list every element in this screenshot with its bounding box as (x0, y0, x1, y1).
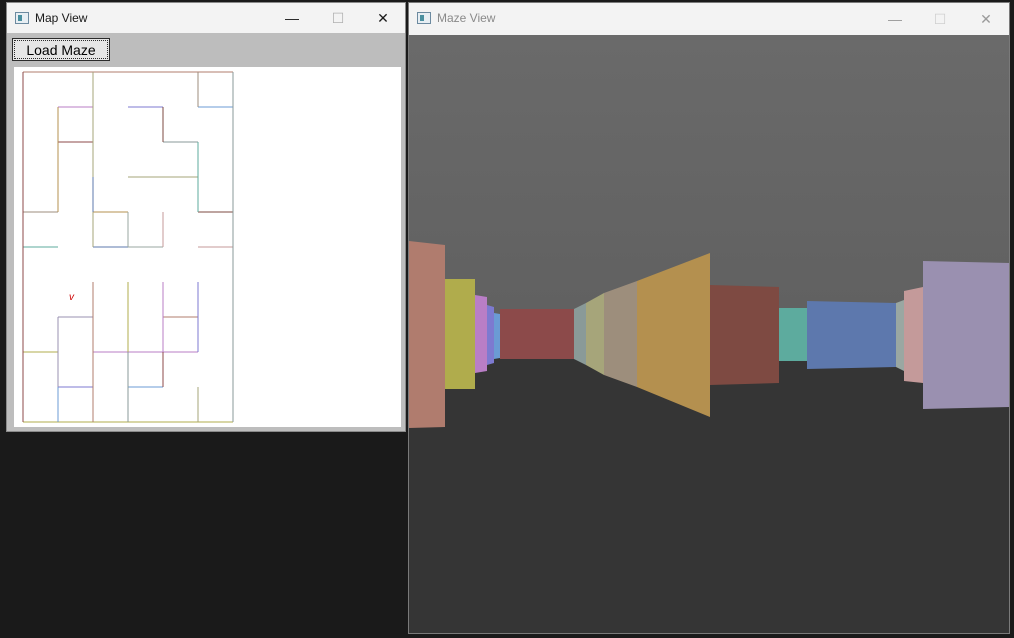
app-icon (15, 12, 29, 24)
wall-slice (409, 241, 445, 428)
maze-3d-render (409, 35, 1009, 633)
maze-view-window: Maze View — ☐ ✕ (408, 2, 1010, 634)
window-title: Map View (35, 11, 88, 25)
app-icon (417, 12, 431, 24)
maximize-icon[interactable]: ☐ (315, 3, 361, 33)
load-maze-button[interactable]: Load Maze (12, 38, 110, 61)
wall-slice (475, 295, 487, 373)
map-view-titlebar[interactable]: Map View — ☐ ✕ (7, 3, 405, 33)
maximize-icon[interactable]: ☐ (917, 3, 963, 35)
maze-map: v (22, 71, 234, 423)
wall-slice (604, 281, 637, 387)
wall-slice (807, 301, 896, 369)
map-toolbar: Load Maze (7, 33, 405, 67)
wall-slice (896, 300, 904, 371)
wall-slice (494, 313, 500, 359)
wall-slice (445, 279, 475, 389)
wall-slice (574, 303, 586, 365)
minimize-icon[interactable]: — (269, 3, 315, 33)
maze-3d-viewport[interactable] (409, 35, 1009, 633)
wall-slice (904, 287, 923, 383)
maze-map-canvas: v (14, 67, 401, 427)
maze-walls (22, 71, 234, 423)
player-marker: v (69, 292, 75, 303)
close-icon[interactable]: ✕ (963, 3, 1009, 35)
wall-slice (779, 308, 807, 361)
maze-view-titlebar[interactable]: Maze View — ☐ ✕ (409, 3, 1009, 35)
wall-slice (487, 305, 494, 365)
wall-slice (923, 261, 1009, 409)
wall-slice (500, 309, 574, 359)
wall-slice (710, 285, 779, 385)
window-title: Maze View (437, 11, 496, 25)
map-view-window: Map View — ☐ ✕ Load Maze v (6, 2, 406, 432)
minimize-icon[interactable]: — (872, 3, 918, 35)
close-icon[interactable]: ✕ (360, 3, 405, 33)
wall-slice (586, 293, 604, 375)
